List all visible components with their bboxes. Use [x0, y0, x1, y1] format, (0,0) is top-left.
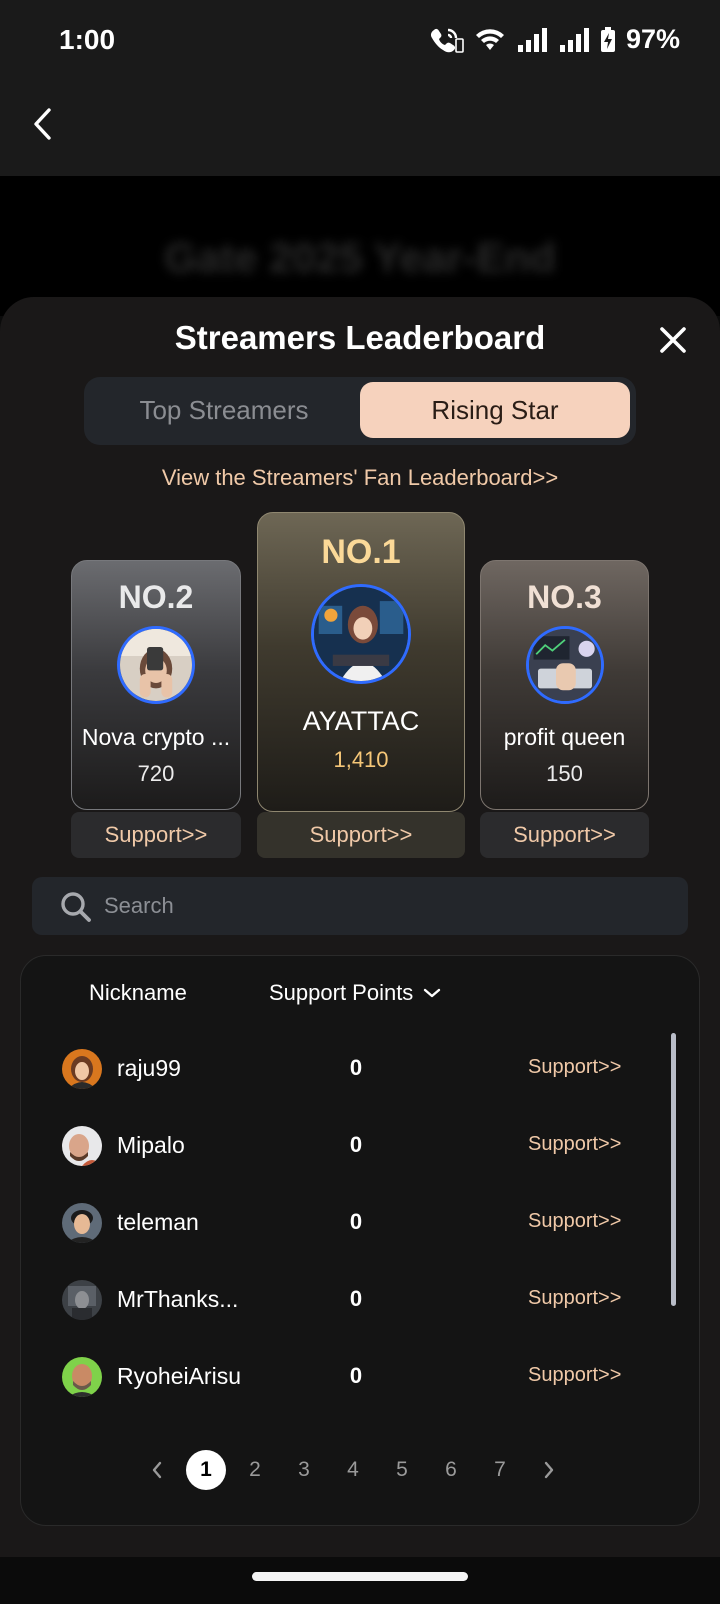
column-header-nickname: Nickname — [89, 980, 187, 1005]
row-nickname: teleman — [117, 1209, 199, 1235]
page-button[interactable]: 1 — [186, 1450, 226, 1490]
support-button-third[interactable]: Support>> — [480, 812, 649, 858]
top-nav — [0, 80, 720, 176]
avatar — [62, 1126, 102, 1166]
column-header-label: Support Points — [269, 980, 414, 1005]
table-row[interactable]: teleman 0 Support>> — [21, 1185, 699, 1262]
rank-label: NO.1 — [321, 533, 401, 571]
leaderboard-sheet: Streamers Leaderboard Top Streamers Risi… — [0, 297, 720, 1557]
close-icon — [660, 327, 686, 353]
avatar — [311, 584, 411, 684]
avatar-image — [120, 629, 192, 701]
podium-card-first[interactable]: NO.1 AYATTAC 1,410 — [257, 512, 465, 812]
avatar-image — [314, 587, 408, 681]
ranking-panel: Nickname Support Points raju99 0 Support… — [20, 955, 700, 1526]
row-points: 0 — [349, 1286, 363, 1311]
avatar — [62, 1049, 102, 1089]
avatar — [62, 1357, 102, 1397]
row-points: 0 — [349, 1055, 363, 1080]
search-bar — [32, 877, 688, 935]
chevron-right-icon — [544, 1461, 554, 1479]
page: 1:00 97% Gate 2025 Year-End Streamers Le… — [0, 0, 720, 1604]
close-button[interactable] — [656, 323, 690, 357]
page-button[interactable]: 2 — [235, 1450, 275, 1490]
tab-top-streamers[interactable]: Top Streamers — [90, 382, 358, 438]
back-button[interactable] — [22, 102, 62, 146]
avatar — [525, 626, 604, 704]
row-support-button[interactable]: Support>> — [528, 1287, 621, 1310]
page-button[interactable]: 3 — [284, 1450, 324, 1490]
support-button-second[interactable]: Support>> — [71, 812, 241, 858]
chevron-left-icon — [34, 108, 51, 140]
table-row[interactable]: Mipalo 0 Support>> — [21, 1108, 699, 1185]
search-input[interactable] — [104, 877, 664, 935]
next-page-button[interactable] — [529, 1450, 569, 1490]
chevron-left-icon — [152, 1461, 162, 1479]
streamer-name: Nova crypto ... — [81, 724, 231, 750]
row-nickname: RyoheiArisu — [117, 1363, 241, 1389]
signal-icon-2 — [558, 27, 590, 53]
background-banner-title: Gate 2025 Year-End — [164, 234, 556, 281]
battery-percentage: 97% — [625, 24, 680, 54]
podium-card-second[interactable]: NO.2 Nova crypto ... 720 — [71, 560, 241, 810]
row-support-button[interactable]: Support>> — [528, 1056, 621, 1079]
rank-label: NO.3 — [527, 579, 602, 615]
status-bar: 1:00 97% — [0, 0, 720, 80]
table-row[interactable]: raju99 0 Support>> — [21, 1031, 699, 1108]
avatar — [117, 626, 195, 704]
leaderboard-tabs: Top Streamers Rising Star — [84, 377, 636, 445]
row-points: 0 — [349, 1363, 363, 1388]
status-icons: 97% — [430, 24, 680, 55]
home-indicator[interactable] — [252, 1572, 468, 1581]
streamer-name: profit queen — [503, 724, 626, 750]
page-button[interactable]: 4 — [333, 1450, 373, 1490]
tab-rising-star[interactable]: Rising Star — [360, 382, 630, 438]
row-nickname: MrThanks... — [117, 1286, 239, 1312]
battery-charging-icon — [600, 26, 616, 53]
table-row-partial[interactable] — [21, 1416, 699, 1431]
row-nickname: raju99 — [117, 1055, 181, 1081]
chevron-down-icon — [424, 988, 441, 998]
ranking-list: raju99 0 Support>> Mipalo 0 Support>> te… — [21, 1031, 699, 1431]
page-button[interactable]: 6 — [431, 1450, 471, 1490]
row-points: 0 — [349, 1209, 363, 1234]
support-button-first[interactable]: Support>> — [257, 812, 465, 858]
row-nickname: Mipalo — [117, 1132, 185, 1158]
page-button[interactable]: 7 — [480, 1450, 520, 1490]
avatar — [62, 1203, 102, 1243]
sheet-title: Streamers Leaderboard — [174, 319, 546, 356]
list-scrollbar[interactable] — [671, 1033, 676, 1306]
pagination: 1 2 3 4 5 6 7 — [21, 1440, 699, 1496]
row-points: 0 — [349, 1132, 363, 1157]
wifi-calling-icon — [430, 27, 464, 53]
table-row[interactable]: MrThanks... 0 Support>> — [21, 1262, 699, 1339]
row-support-button[interactable]: Support>> — [528, 1133, 621, 1156]
status-time: 1:00 — [59, 24, 116, 55]
avatar — [62, 1280, 102, 1320]
avatar-image — [528, 629, 601, 701]
row-support-button[interactable]: Support>> — [528, 1364, 621, 1387]
page-button[interactable]: 5 — [382, 1450, 422, 1490]
wifi-icon — [474, 27, 506, 53]
background-banner: Gate 2025 Year-End — [0, 176, 720, 316]
row-support-button[interactable]: Support>> — [528, 1210, 621, 1233]
podium-card-third[interactable]: NO.3 profit queen 150 — [480, 560, 649, 810]
streamer-name: AYATTAC — [302, 706, 420, 736]
table-row[interactable]: RyoheiArisu 0 Support>> — [21, 1339, 699, 1416]
streamer-score: 1,410 — [333, 747, 389, 772]
column-header-support-points[interactable]: Support Points — [269, 980, 441, 1006]
signal-icon-1 — [516, 27, 548, 53]
search-icon — [61, 892, 91, 922]
streamer-score: 720 — [137, 761, 175, 786]
streamer-score: 150 — [546, 761, 583, 786]
fan-leaderboard-link[interactable]: View the Streamers' Fan Leaderboard>> — [0, 465, 720, 491]
prev-page-button[interactable] — [137, 1450, 177, 1490]
rank-label: NO.2 — [118, 579, 194, 615]
